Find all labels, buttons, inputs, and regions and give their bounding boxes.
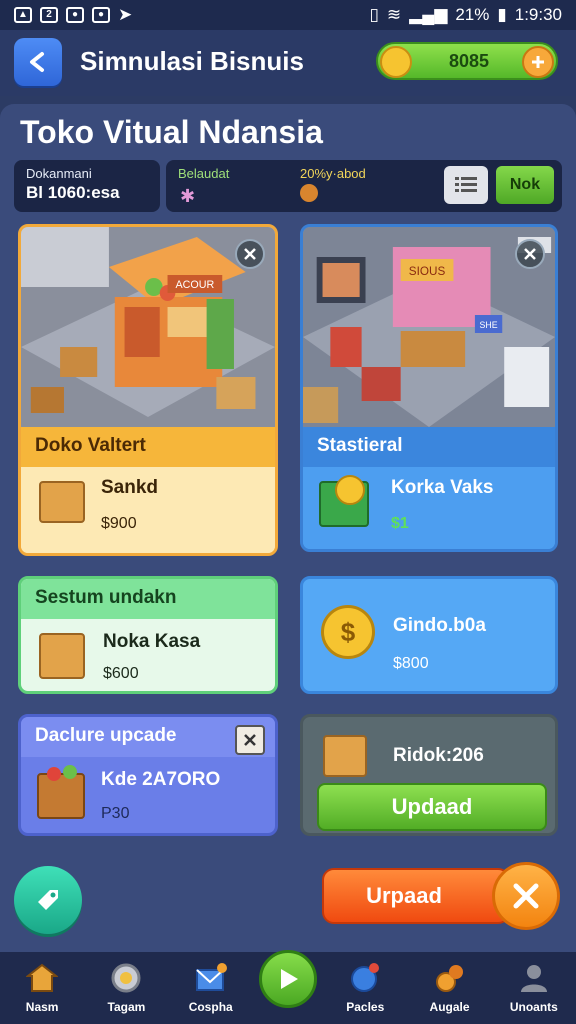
tag-icon [38, 890, 58, 910]
shop-card-1[interactable]: ACOUR Doko Valtert Sankd $900 [18, 224, 278, 556]
shop-card-2[interactable]: SIOUS SHE Stastieral Korka Vaks $1 [300, 224, 558, 552]
update-button[interactable]: Updaad [317, 783, 547, 831]
notification-icon: 2 [40, 7, 58, 23]
box-icon [39, 481, 85, 523]
edit-fab-button[interactable] [14, 866, 82, 934]
list-button[interactable] [444, 166, 488, 204]
close-icon [513, 883, 539, 909]
cash-info: Dokanmani Bl 1060:esa [14, 160, 160, 212]
store-sign: ACOUR [176, 279, 215, 291]
vibrate-icon: ▯ [369, 5, 379, 24]
cash-value: Bl 1060:esa [26, 183, 120, 202]
user-icon [520, 965, 547, 992]
card-close-button[interactable] [515, 239, 545, 269]
card-body: Korka Vaks $1 [303, 467, 555, 549]
item-name: Sankd [101, 477, 159, 498]
status-left: ▲ 2 ● ● ➤ [14, 5, 132, 25]
battery-label: 21% [455, 5, 490, 24]
stat-label-left: Belaudat [178, 166, 230, 181]
upgrade-card-3[interactable]: Sestum undakn Noka Kasa $600 [18, 576, 278, 694]
notification-icon: ▲ [14, 7, 32, 23]
item-price: $600 [103, 665, 139, 682]
send-icon: ➤ [118, 5, 133, 24]
ok-button[interactable]: Nok [496, 166, 554, 204]
nav-label: Unoants [509, 1000, 558, 1014]
item-name: Noka Kasa [103, 631, 201, 652]
money-stack-icon [319, 475, 369, 527]
play-button[interactable] [258, 950, 317, 1008]
play-icon [280, 969, 298, 989]
upgrade-card-6: Ridok:206 Updaad [300, 714, 558, 836]
item-price: $800 [393, 655, 429, 672]
mail-icon [195, 963, 227, 991]
status-right: ▯ ≋ ▂▄▆ 21% ▮ 1:9:30 [370, 5, 562, 25]
upgrade-card-4[interactable]: $ Gindo.b0a $800 [300, 576, 558, 694]
add-coins-button[interactable] [522, 46, 554, 78]
battery-icon: ▮ [497, 5, 507, 24]
store-sign-secondary: SHE [480, 320, 498, 330]
nav-label: Tagam [107, 1000, 146, 1014]
gear-icon [111, 963, 141, 993]
item-name: Ridok:206 [393, 745, 484, 766]
globe-icon [351, 963, 380, 992]
card-header: Sestum undakn [21, 579, 275, 619]
fruit-basket-icon [37, 765, 85, 819]
list-icon [455, 177, 477, 192]
bottom-nav: Nasm Tagam Cospha Pacles Augale Unoants [0, 950, 576, 1024]
card-close-button[interactable] [235, 239, 265, 269]
nav-item-upgrades[interactable]: Augale [414, 962, 486, 1014]
close-icon [524, 248, 536, 260]
nav-label: Cospha [188, 1000, 233, 1014]
nav-item-gear[interactable]: Tagam [90, 962, 162, 1014]
item-price: $1 [391, 515, 409, 532]
close-icon [244, 248, 256, 260]
page-title: Toko Vitual Ndansia [20, 114, 323, 150]
card-body: Sankd $900 [21, 467, 275, 553]
coin-balance[interactable]: 8085 [376, 42, 558, 80]
nav-item-mail[interactable]: Cospha [175, 962, 247, 1014]
store-sign: SIOUS [409, 264, 446, 278]
box-icon [39, 633, 85, 679]
plus-icon [532, 56, 544, 68]
item-price: $900 [101, 515, 137, 532]
star-icon: ✱ [180, 186, 196, 206]
item-name: Kde 2A7ORO [101, 769, 221, 790]
orb-icon [300, 184, 318, 202]
card-header: Stastieral [303, 427, 555, 467]
cash-label: Dokanmani [26, 166, 92, 181]
back-button[interactable] [14, 38, 62, 86]
notification-icon: ● [92, 7, 110, 23]
wifi-icon: ≋ [386, 5, 402, 24]
rocket-icon [435, 965, 463, 992]
box-icon [323, 735, 367, 777]
back-arrow-icon [30, 52, 44, 72]
stats-info: Belaudat 20%y·abod ✱ Nok [166, 160, 562, 212]
app-title: Simnulasi Bisnuis [80, 46, 304, 76]
item-name: Gindo.b0a [393, 615, 486, 636]
upgrade-card-5[interactable]: Daclure upcade Kde 2A7ORO P30 [18, 714, 278, 836]
stat-label-right: 20%y·abod [300, 166, 366, 181]
top-bar: Simnulasi Bisnuis 8085 [0, 30, 576, 96]
card-close-button[interactable] [235, 725, 265, 755]
signal-icon: ▂▄▆ [409, 5, 448, 24]
close-icon [244, 734, 256, 746]
main-close-button[interactable] [492, 862, 560, 930]
notification-icon: ● [66, 7, 84, 23]
nav-item-packages[interactable]: Pacles [329, 962, 401, 1014]
item-name: Korka Vaks [391, 477, 494, 498]
status-bar: ▲ 2 ● ● ➤ ▯ ≋ ▂▄▆ 21% ▮ 1:9:30 [0, 0, 576, 30]
coin-icon: $ [321, 605, 375, 659]
card-header: Doko Valtert [21, 427, 275, 467]
coin-value: 8085 [448, 51, 490, 71]
house-icon [26, 963, 59, 992]
item-price: P30 [101, 805, 130, 822]
nav-label: Nasm [25, 1000, 59, 1014]
main-update-button[interactable]: Urpaad [322, 868, 510, 924]
clock: 1:9:30 [514, 5, 562, 24]
coin-icon [380, 46, 412, 78]
nav-label: Pacles [346, 1000, 385, 1014]
nav-label: Augale [429, 1000, 470, 1014]
nav-item-account[interactable]: Unoants [498, 962, 570, 1014]
nav-item-home[interactable]: Nasm [6, 962, 78, 1014]
